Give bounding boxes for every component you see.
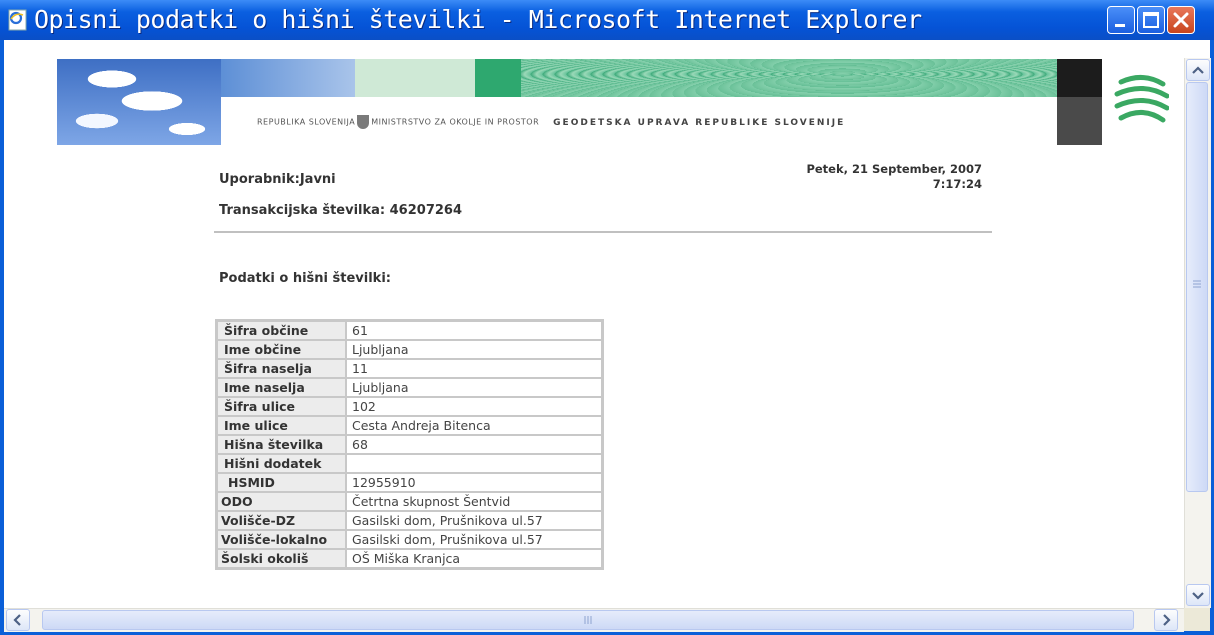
table-row: Ime naselja Ljubljana [217, 378, 602, 397]
minimize-icon [1115, 24, 1125, 27]
row-value: 12955910 [346, 473, 602, 492]
row-value: OŠ Miška Kranjca [346, 549, 602, 568]
crest-icon [357, 115, 370, 129]
table-row: HSMID 12955910 [217, 473, 602, 492]
ie-page-icon [8, 9, 27, 31]
row-value: Ljubljana [346, 340, 602, 359]
vertical-scroll-thumb[interactable] [1186, 82, 1208, 492]
table-row: Ime ulice Cesta Andreja Bitenca [217, 416, 602, 435]
row-label: Šifra ulice [217, 397, 346, 416]
row-label: HSMID [217, 473, 346, 492]
banner-text-ministrstvo: MINISTRSTVO ZA OKOLJE IN PROSTOR [371, 117, 540, 127]
date-text: Petek, 21 September, 2007 [806, 162, 982, 176]
table-row: Ime občine Ljubljana [217, 340, 602, 359]
divider [214, 231, 992, 233]
maximize-icon [1143, 12, 1159, 28]
row-value: Cesta Andreja Bitenca [346, 416, 602, 435]
row-label: Volišče-DZ [217, 511, 346, 530]
minimize-button[interactable] [1107, 6, 1135, 34]
scroll-up-icon [1192, 66, 1204, 74]
scroll-right-icon [1163, 614, 1171, 626]
house-number-table: Šifra občine 61 Ime občine Ljubljana Šifra… [215, 319, 604, 570]
scroll-left-icon [13, 614, 21, 626]
row-label: Šolski okoliš [217, 549, 346, 568]
gurs-logo [1114, 75, 1169, 123]
row-value: 61 [346, 321, 602, 340]
scroll-right-button[interactable] [1154, 609, 1178, 631]
row-value: 11 [346, 359, 602, 378]
transaction-label: Transakcijska številka: 46207264 [219, 203, 462, 218]
row-label: Volišče-lokalno [217, 530, 346, 549]
banner-text-republika: REPUBLIKA SLOVENIJA [257, 117, 356, 127]
scroll-down-icon [1192, 592, 1204, 600]
table-row: Šifra občine 61 [217, 321, 602, 340]
row-value [346, 454, 602, 473]
table-row: Šifra naselja 11 [217, 359, 602, 378]
table-row: Šolski okoliš OŠ Miška Kranjca [217, 549, 602, 568]
user-label: Uporabnik:Javni [219, 172, 336, 187]
row-label: Ime ulice [217, 416, 346, 435]
row-value: Gasilski dom, Prušnikova ul.57 [346, 511, 602, 530]
row-value: Ljubljana [346, 378, 602, 397]
row-value: Gasilski dom, Prušnikova ul.57 [346, 530, 602, 549]
horizontal-scroll-thumb[interactable] [42, 610, 1134, 630]
page-banner: REPUBLIKA SLOVENIJA MINISTRSTVO ZA OKOLJE… [57, 59, 1102, 145]
row-value: 68 [346, 435, 602, 454]
banner-text: REPUBLIKA SLOVENIJA MINISTRSTVO ZA OKOLJE… [257, 115, 845, 129]
banner-pale-green-block [355, 59, 475, 97]
row-label: Hišna številka [217, 435, 346, 454]
table-row: Volišče-lokalno Gasilski dom, Prušnikova … [217, 530, 602, 549]
scroll-up-button[interactable] [1186, 59, 1210, 81]
section-title: Podatki o hišni številki: [219, 271, 391, 286]
row-label: Ime občine [217, 340, 346, 359]
table-row: ODO Četrtna skupnost Šentvid [217, 492, 602, 511]
browser-window: Opisni podatki o hišni številki - Micros… [0, 0, 1214, 635]
close-button[interactable] [1167, 6, 1195, 34]
row-label: Šifra občine [217, 321, 346, 340]
vertical-scrollbar[interactable] [1184, 58, 1211, 608]
window-title: Opisni podatki o hišni številki - Micros… [34, 5, 922, 34]
table-row: Hišni dodatek [217, 454, 602, 473]
row-value: 102 [346, 397, 602, 416]
grip-icon [584, 616, 592, 624]
row-label: ODO [217, 492, 346, 511]
scroll-down-button[interactable] [1186, 584, 1210, 606]
row-label: Hišni dodatek [217, 454, 346, 473]
row-label: Ime naselja [217, 378, 346, 397]
banner-water-image [521, 59, 1057, 97]
banner-green-block [475, 59, 521, 97]
banner-sky-block [221, 59, 355, 97]
banner-clouds-image [57, 59, 221, 145]
scrollbar-corner [1184, 608, 1210, 631]
table-row: Hišna številka 68 [217, 435, 602, 454]
row-value: Četrtna skupnost Šentvid [346, 492, 602, 511]
time-text: 7:17:24 [932, 177, 982, 191]
banner-text-gurs: GEODETSKA UPRAVA REPUBLIKE SLOVENIJE [553, 117, 846, 128]
date-time: Petek, 21 September, 2007 7:17:24 [760, 162, 982, 192]
banner-dark-block [1057, 59, 1102, 97]
scroll-left-button[interactable] [6, 609, 30, 631]
table-row: Volišče-DZ Gasilski dom, Prušnikova ul.57 [217, 511, 602, 530]
row-label: Šifra naselja [217, 359, 346, 378]
grip-icon [1193, 280, 1201, 288]
horizontal-scrollbar[interactable] [4, 608, 1184, 632]
close-icon [1173, 12, 1189, 28]
maximize-button[interactable] [1137, 6, 1165, 34]
title-bar[interactable]: Opisni podatki o hišni številki - Micros… [0, 0, 1214, 40]
table-row: Šifra ulice 102 [217, 397, 602, 416]
banner-grey-block [1057, 97, 1102, 145]
